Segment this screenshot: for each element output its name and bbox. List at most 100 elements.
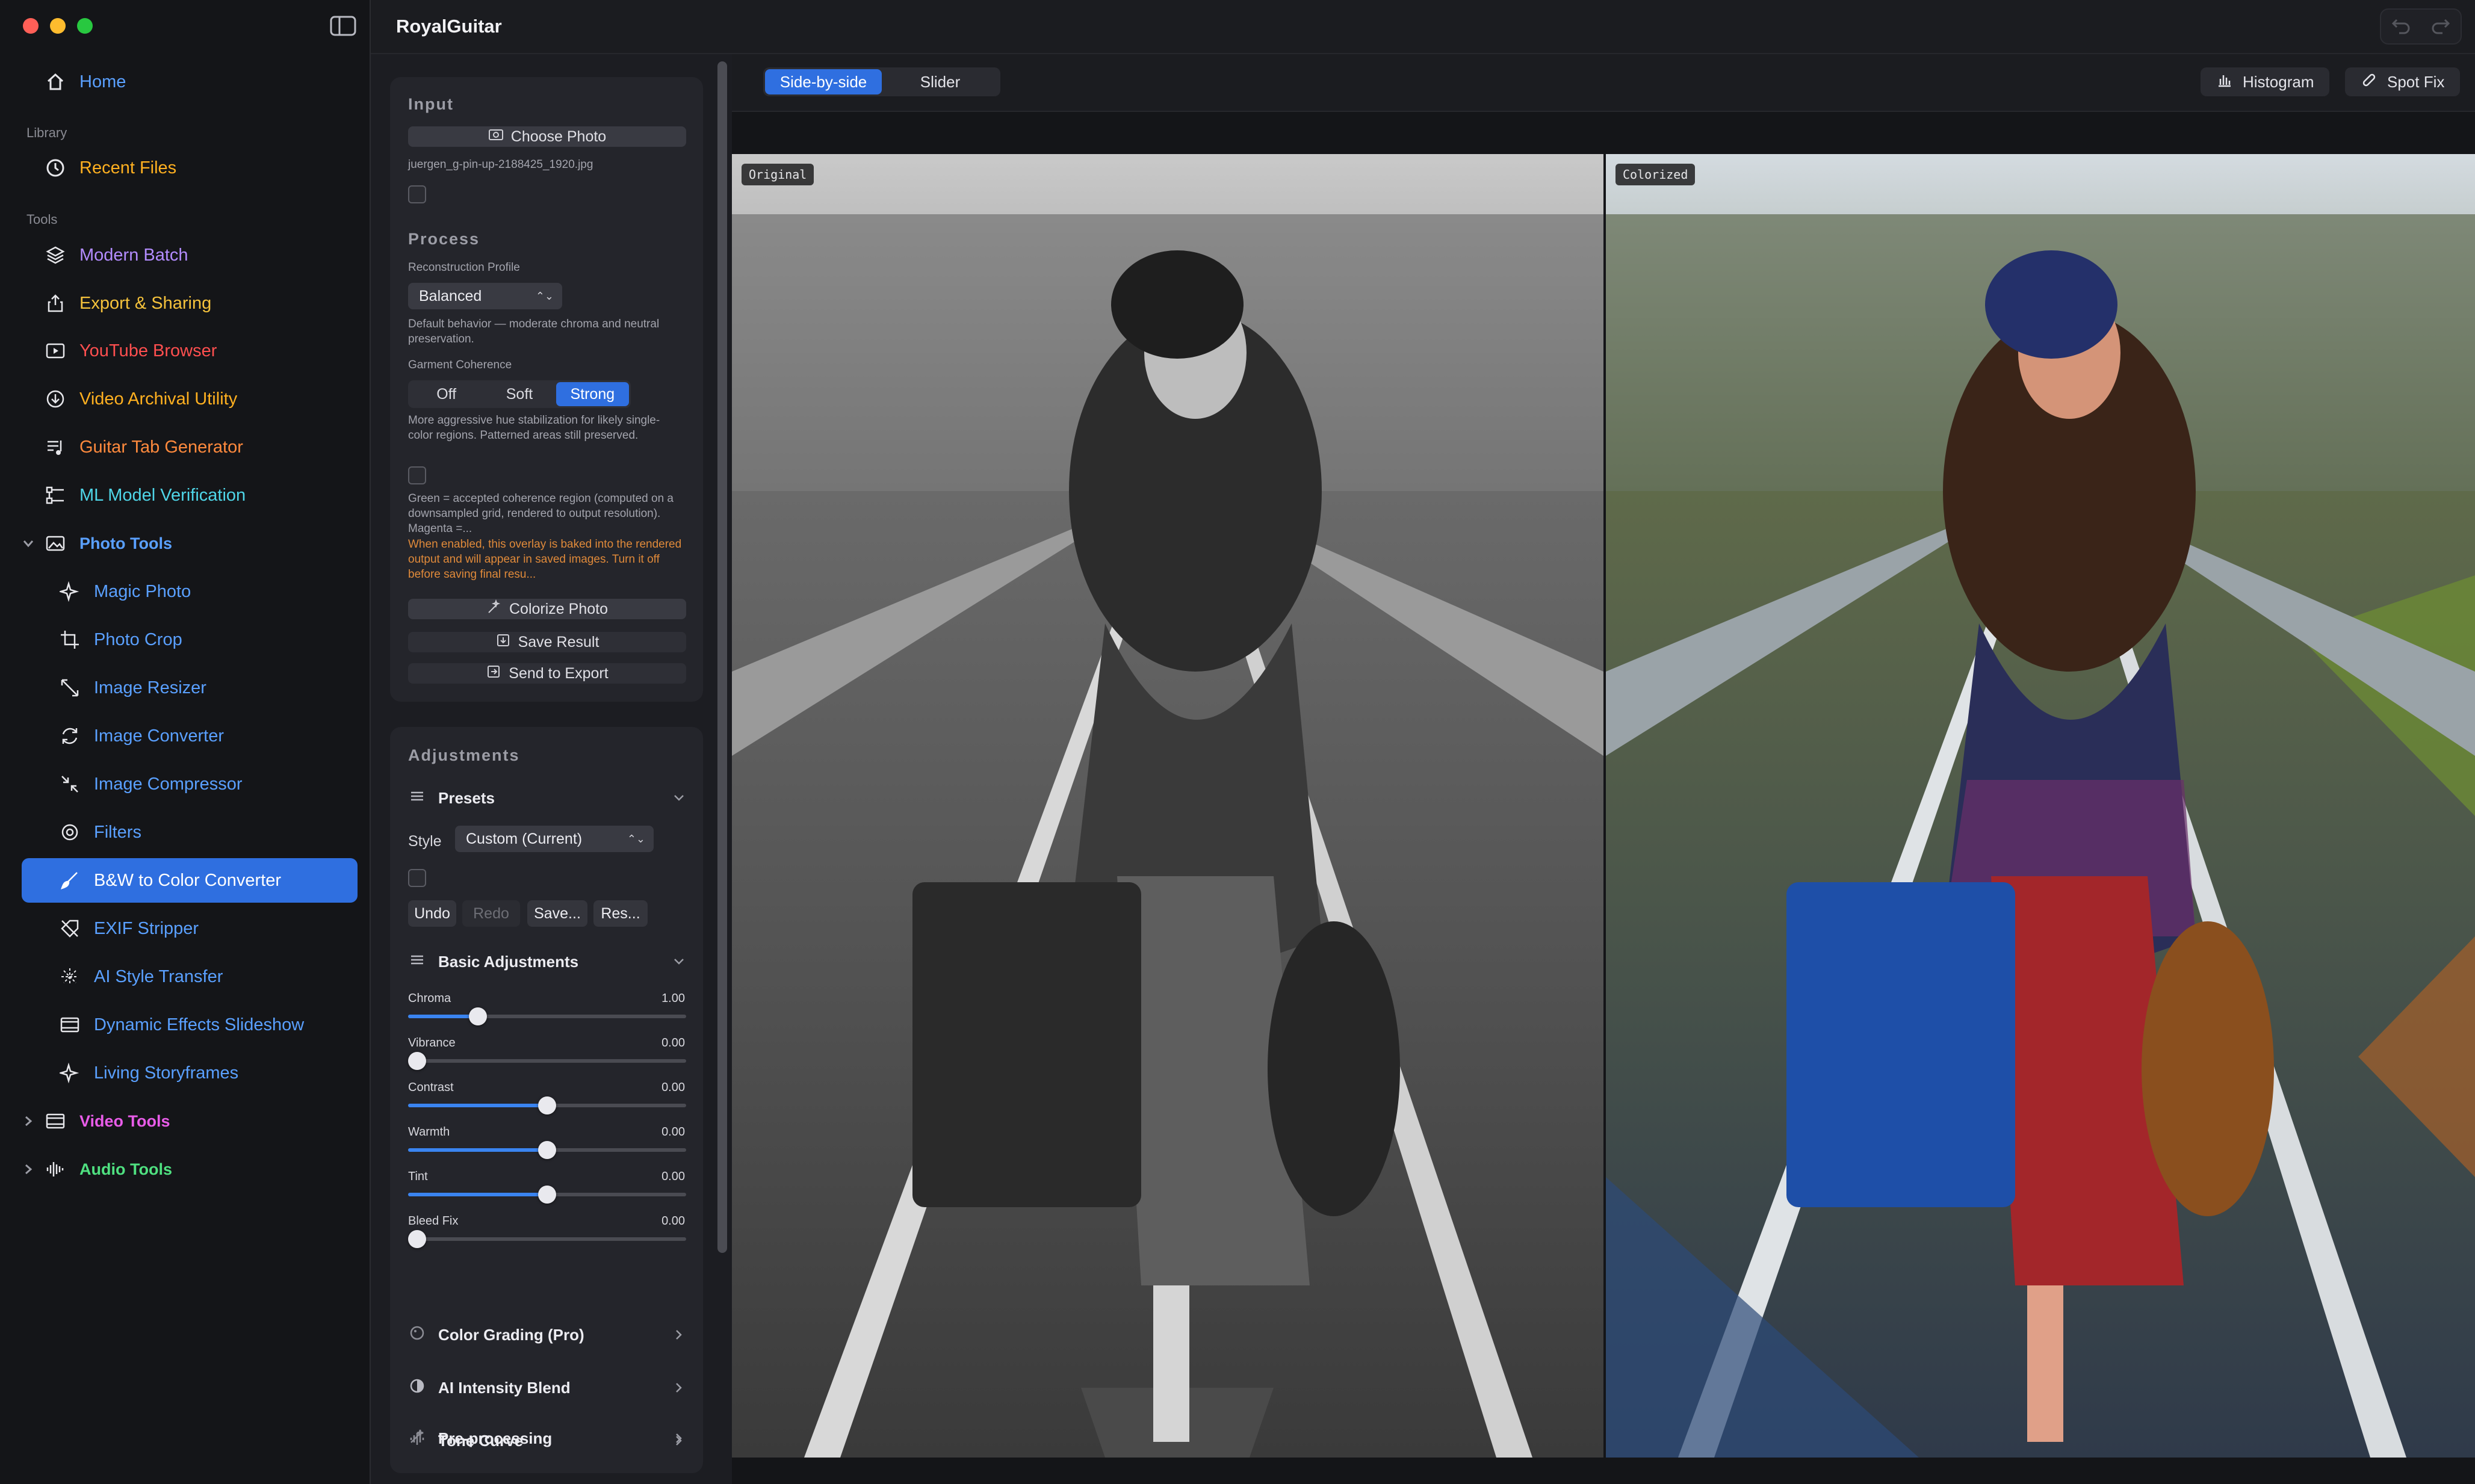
slider-label: Warmth [408, 1125, 450, 1139]
save-preset-button[interactable]: Save... [527, 900, 587, 927]
sidebar-item-home[interactable]: Home [22, 60, 358, 104]
bar-chart-icon [2216, 72, 2233, 93]
download-icon [45, 388, 66, 410]
slider-thumb[interactable] [538, 1096, 556, 1115]
sidebar-item-image-resizer[interactable]: Image Resizer [22, 666, 358, 710]
list-icon [408, 951, 426, 973]
photo-icon [488, 127, 504, 147]
sidebar-item-dynamic-slideshow[interactable]: Dynamic Effects Slideshow [22, 1003, 358, 1047]
sidebar-item-video-archival[interactable]: Video Archival Utility [22, 377, 358, 421]
send-export-label: Send to Export [509, 664, 609, 682]
image-view-area: Side-by-side Slider Histogram Spot Fix O… [732, 54, 2475, 1484]
slider-thumb[interactable] [408, 1052, 426, 1070]
sidebar-group-photo-tools[interactable]: Photo Tools [22, 521, 358, 566]
half-circle-icon [408, 1377, 426, 1399]
section-label-tools: Tools [26, 212, 58, 227]
export-icon [486, 664, 501, 684]
slider-track[interactable] [408, 1096, 686, 1115]
coherence-option-soft[interactable]: Soft [483, 382, 556, 406]
histogram-button[interactable]: Histogram [2201, 67, 2330, 96]
sidebar-item-filters[interactable]: Filters [22, 810, 358, 855]
sidebar-item-exif-stripper[interactable]: EXIF Stripper [22, 906, 358, 951]
sparkles-icon [59, 966, 81, 988]
slider-thumb[interactable] [468, 1007, 487, 1025]
sidebar-item-label: B&W to Color Converter [94, 870, 282, 890]
mode-side-by-side[interactable]: Side-by-side [765, 69, 882, 94]
redo-button[interactable]: Redo [462, 900, 520, 927]
basic-adjustments-header[interactable]: Basic Adjustments [408, 950, 686, 974]
style-label: Style [408, 833, 442, 850]
overlay-checkbox[interactable] [408, 466, 426, 484]
sidebar-group-video-tools[interactable]: Video Tools [22, 1099, 358, 1143]
sidebar-item-modern-batch[interactable]: Modern Batch [22, 233, 358, 277]
sidebar-item-youtube-browser[interactable]: YouTube Browser [22, 329, 358, 373]
chevron-right-icon [25, 1116, 33, 1127]
film-icon [59, 1014, 81, 1036]
slider-track[interactable] [408, 1141, 686, 1159]
spot-fix-button[interactable]: Spot Fix [2345, 67, 2461, 96]
sidebar-item-bw-to-color[interactable]: B&W to Color Converter [22, 858, 358, 903]
sidebar-item-label: ML Model Verification [79, 485, 246, 505]
zoom-window-button[interactable] [77, 18, 93, 34]
input-option-checkbox[interactable] [408, 185, 426, 203]
coherence-option-strong[interactable]: Strong [556, 382, 629, 406]
share-icon [45, 292, 66, 314]
coherence-option-off[interactable]: Off [410, 382, 483, 406]
slider-track[interactable] [408, 1007, 686, 1025]
sidebar-item-recent-files[interactable]: Recent Files [22, 146, 358, 190]
updown-chevron-icon: ⌃⌄ [627, 832, 645, 845]
sidebar-group-label: Photo Tools [79, 534, 172, 552]
sidebar-item-label: Recent Files [79, 158, 177, 178]
section-label-library: Library [26, 125, 67, 140]
sidebar-toggle-icon[interactable] [330, 16, 356, 36]
section-ai-intensity[interactable]: AI Intensity Blend [408, 1376, 686, 1400]
slider-track[interactable] [408, 1186, 686, 1204]
sidebar-item-ai-style-transfer[interactable]: AI Style Transfer [22, 954, 358, 999]
undo-icon[interactable] [2391, 15, 2411, 39]
save-result-button[interactable]: Save Result [408, 632, 686, 652]
choose-photo-button[interactable]: Choose Photo [408, 126, 686, 147]
sidebar-item-magic-photo[interactable]: Magic Photo [22, 569, 358, 614]
undo-button[interactable]: Undo [408, 900, 456, 927]
sidebar-item-image-converter[interactable]: Image Converter [22, 714, 358, 758]
bandage-icon [2361, 72, 2377, 93]
style-dropdown[interactable]: Custom (Current) ⌃⌄ [455, 826, 654, 852]
section-color-grading[interactable]: Color Grading (Pro) [408, 1323, 686, 1347]
mode-slider[interactable]: Slider [882, 69, 999, 94]
redo-icon[interactable] [2430, 15, 2451, 39]
slider-track[interactable] [408, 1052, 686, 1070]
panel-scrollbar[interactable] [717, 61, 727, 1253]
sidebar-item-photo-crop[interactable]: Photo Crop [22, 617, 358, 662]
presets-label: Presets [438, 788, 495, 807]
sidebar-item-living-storyframes[interactable]: Living Storyframes [22, 1051, 358, 1095]
reset-button[interactable]: Res... [593, 900, 648, 927]
filter-icon [59, 821, 81, 843]
overlay-description: Green = accepted coherence region (compu… [408, 492, 674, 535]
colorize-photo-button[interactable]: Colorize Photo [408, 599, 686, 619]
presets-header[interactable]: Presets [408, 786, 686, 810]
sidebar-item-image-compressor[interactable]: Image Compressor [22, 762, 358, 806]
sidebar-item-export-sharing[interactable]: Export & Sharing [22, 281, 358, 326]
sidebar-item-ml-verification[interactable]: ML Model Verification [22, 473, 358, 518]
chevron-right-icon [676, 1383, 682, 1393]
clock-icon [45, 157, 66, 179]
minimize-window-button[interactable] [50, 18, 66, 34]
coherence-label: Garment Coherence [408, 359, 512, 371]
slider-thumb[interactable] [538, 1141, 556, 1159]
slider-value: 0.00 [661, 1170, 685, 1183]
save-result-label: Save Result [518, 633, 599, 651]
slider-thumb[interactable] [408, 1230, 426, 1248]
profile-dropdown[interactable]: Balanced ⌃⌄ [408, 283, 562, 309]
section-pre-processing[interactable]: Pre-processing [408, 1426, 686, 1450]
close-window-button[interactable] [23, 18, 39, 34]
slider-thumb[interactable] [538, 1186, 556, 1204]
slider-value: 1.00 [661, 992, 685, 1005]
sidebar-item-guitar-tab[interactable]: Guitar Tab Generator [22, 425, 358, 469]
basic-adjustments-label: Basic Adjustments [438, 952, 579, 971]
slider-track[interactable] [408, 1230, 686, 1248]
sidebar-group-audio-tools[interactable]: Audio Tools [22, 1147, 358, 1192]
sidebar-group-label: Video Tools [79, 1111, 170, 1130]
send-to-export-button[interactable]: Send to Export [408, 663, 686, 684]
preset-checkbox[interactable] [408, 869, 426, 887]
colorized-image: Colorized [1606, 154, 2475, 1458]
